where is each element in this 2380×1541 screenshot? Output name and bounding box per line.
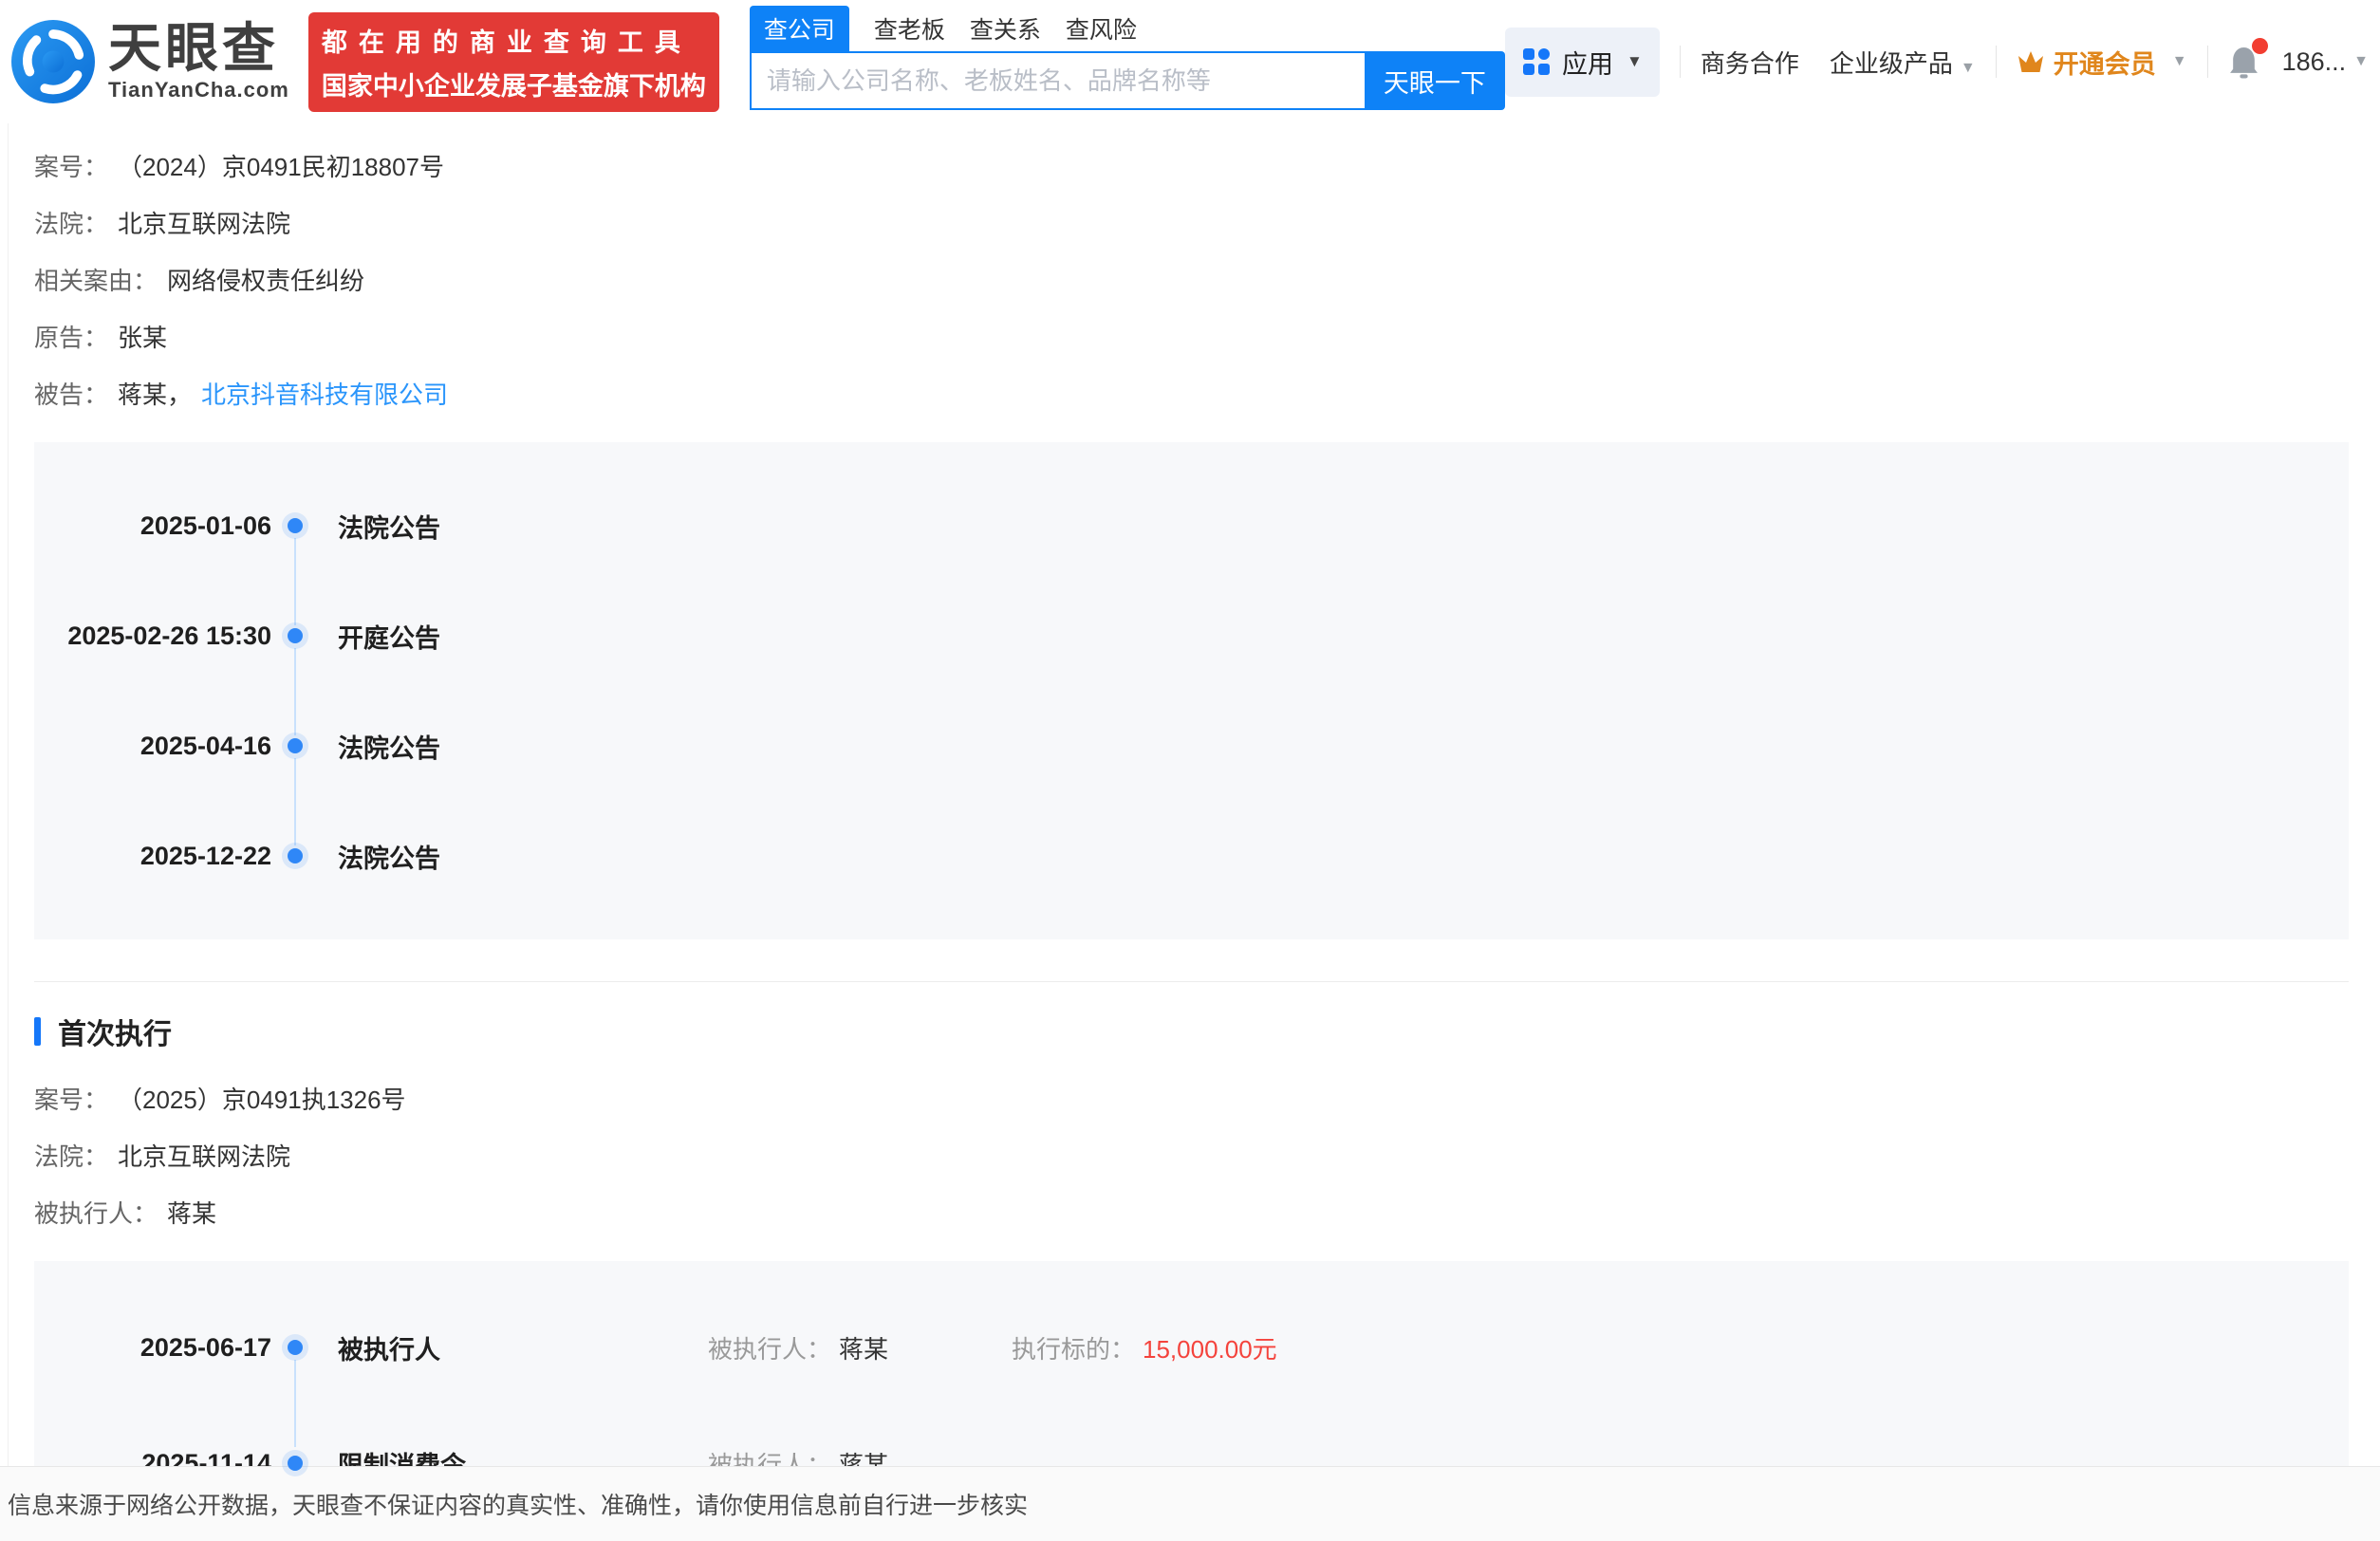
footer-disclaimer: 信息来源于网络公开数据，天眼查不保证内容的真实性、准确性，请你使用信息前自行进一…	[0, 1466, 2380, 1541]
timeline-dot-icon	[288, 1456, 303, 1471]
chevron-down-icon: ▼	[2353, 53, 2369, 69]
disclaimer-text: 信息来源于网络公开数据，天眼查不保证内容的真实性、准确性，请你使用信息前自行进一…	[8, 1493, 1029, 1519]
main-content: 案号： （2024）京0491民初18807号 法院： 北京互联网法院 相关案由…	[0, 123, 2380, 1541]
timeline-item: 2025-06-17 被执行人 被执行人： 蒋某 执行标的： 15,000.00…	[34, 1290, 2349, 1447]
nav-vip-button[interactable]: 开通会员 ▼	[2017, 44, 2187, 81]
field-exec-court: 法院： 北京互联网法院	[34, 1142, 291, 1171]
promo-banner: 都在用的商业查询工具 国家中小企业发展子基金旗下机构	[307, 11, 719, 112]
tianyancha-logo[interactable]: 天眼查 TianYanCha.com	[11, 20, 289, 103]
case-detail-fields: 案号： （2024）京0491民初18807号 法院： 北京互联网法院 相关案由…	[34, 152, 2349, 410]
field-exec-case-number: 案号： （2025）京0491执1326号	[34, 1086, 406, 1114]
notification-badge	[2251, 37, 2268, 54]
nav-business-cooperation[interactable]: 商务合作	[1701, 45, 1799, 80]
tianyancha-eye-icon	[11, 20, 95, 103]
nav-apps-label: 应用	[1562, 49, 1614, 79]
tab-risk[interactable]: 查风险	[1066, 6, 1137, 51]
timeline-event-label: 法院公告	[338, 733, 440, 763]
detail-executed-person: 被执行人： 蒋某	[708, 1334, 889, 1364]
promo-line-1: 都在用的商业查询工具	[321, 28, 692, 57]
defendant-company-link[interactable]: 北京抖音科技有限公司	[201, 380, 448, 410]
promo-line-2: 国家中小企业发展子基金旗下机构	[321, 71, 706, 101]
header: 天眼查 TianYanCha.com 都在用的商业查询工具 国家中小企业发展子基…	[0, 0, 2380, 123]
search-button[interactable]: 天眼一下	[1364, 51, 1505, 110]
apps-grid-icon	[1522, 47, 1551, 76]
logo-domain-text: TianYanCha.com	[108, 78, 289, 102]
timeline-event-label: 法院公告	[338, 513, 440, 543]
nav-apps-button[interactable]: 应用 ▼	[1505, 27, 1660, 97]
notification-bell-button[interactable]	[2228, 37, 2268, 79]
detail-execution-target: 执行标的： 15,000.00元	[1012, 1330, 1315, 1365]
field-court: 法院： 北京互联网法院	[34, 210, 291, 238]
tab-boss[interactable]: 查老板	[874, 6, 945, 51]
chevron-down-icon: ▼	[1960, 59, 1976, 76]
execution-amount: 15,000.00元	[1143, 1334, 1277, 1364]
logo-brand-text: 天眼查	[108, 17, 279, 78]
field-plaintiff: 原告： 张某	[34, 324, 168, 352]
timeline-dot-icon	[288, 628, 303, 643]
field-defendant: 被告： 蒋某， 北京抖音科技有限公司	[34, 380, 449, 410]
timeline-item: 2025-02-26 15:30 开庭公告	[34, 581, 2349, 735]
nav-separator	[1679, 46, 1681, 78]
timeline-item: 2025-01-06 法院公告	[34, 471, 2349, 625]
nav-separator	[1995, 46, 1997, 78]
first-execution-title: 首次执行	[34, 1011, 2349, 1052]
tab-relation[interactable]: 查关系	[970, 6, 1041, 51]
timeline-dot-icon	[288, 738, 303, 753]
header-nav: 应用 ▼ 商务合作 企业级产品 ▼ 开通会员 ▼ 186... ▼	[1505, 27, 2372, 97]
search-input[interactable]	[749, 51, 1365, 110]
chevron-down-icon: ▼	[2171, 53, 2187, 69]
timeline-event-label: 被执行人	[338, 1335, 440, 1365]
title-accent-bar	[34, 1017, 41, 1046]
search-area: 查公司 查老板 查关系 查风险 天眼一下	[749, 6, 1505, 110]
content-left-edge	[8, 123, 9, 1466]
account-phone-menu[interactable]: 186... ▼	[2282, 47, 2372, 77]
timeline-event-label: 法院公告	[338, 844, 440, 873]
nav-separator	[2206, 46, 2208, 78]
field-case-number: 案号： （2024）京0491民初18807号	[34, 153, 444, 181]
tab-company[interactable]: 查公司	[749, 6, 849, 51]
timeline-event-label: 开庭公告	[338, 623, 440, 653]
field-exec-person: 被执行人： 蒋某	[34, 1199, 217, 1228]
crown-icon	[2017, 49, 2045, 75]
timeline-item: 2025-12-22 法院公告	[34, 801, 2349, 911]
timeline-dot-icon	[288, 518, 303, 533]
field-cause: 相关案由： 网络侵权责任纠纷	[34, 267, 365, 295]
page: 天眼查 TianYanCha.com 都在用的商业查询工具 国家中小企业发展子基…	[0, 0, 2380, 1541]
section-title-text: 首次执行	[58, 1019, 172, 1050]
section-divider	[34, 981, 2349, 982]
first-execution-fields: 案号： （2025）京0491执1326号 法院： 北京互联网法院 被执行人： …	[34, 1085, 2349, 1229]
timeline-dot-icon	[288, 848, 303, 863]
nav-enterprise-products[interactable]: 企业级产品 ▼	[1830, 45, 1976, 80]
timeline-dot-icon	[288, 1340, 303, 1355]
search-tabs: 查公司 查老板 查关系 查风险	[749, 6, 1505, 51]
chevron-down-icon: ▼	[1627, 52, 1643, 70]
case-timeline: 2025-01-06 法院公告 2025-02-26 15:30 开庭公告 20…	[34, 442, 2349, 939]
timeline-item: 2025-04-16 法院公告	[34, 691, 2349, 845]
